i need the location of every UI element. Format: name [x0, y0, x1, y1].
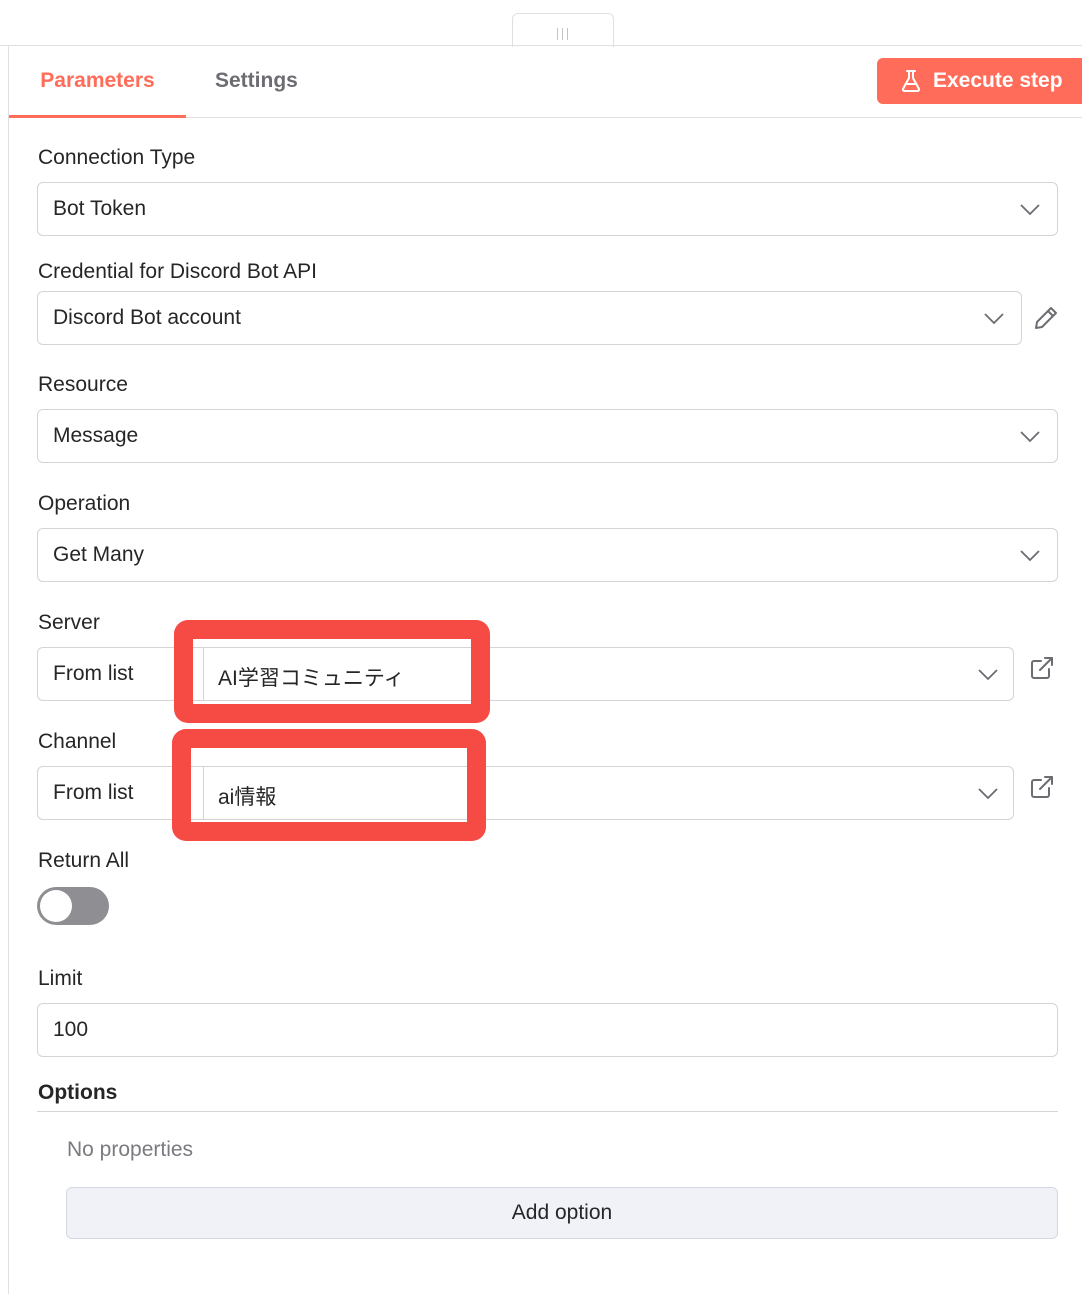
channel-value-select[interactable]: ai情報	[203, 766, 1014, 820]
flask-icon	[901, 70, 921, 92]
resource-select[interactable]: Message	[37, 409, 1058, 463]
tab-settings[interactable]: Settings	[215, 46, 298, 117]
chevron-down-icon	[1020, 550, 1040, 562]
resource-value: Message	[53, 424, 139, 447]
no-properties-text: No properties	[67, 1138, 194, 1161]
server-label: Server	[38, 611, 100, 634]
channel-label: Channel	[38, 730, 117, 753]
external-link-icon[interactable]	[1030, 775, 1054, 799]
connection-type-value: Bot Token	[53, 197, 147, 220]
external-link-icon[interactable]	[1030, 656, 1054, 680]
chevron-down-icon	[1020, 431, 1040, 443]
channel-value: ai情報	[218, 786, 277, 809]
options-title: Options	[38, 1081, 118, 1104]
operation-select[interactable]: Get Many	[37, 528, 1058, 582]
resource-label: Resource	[38, 373, 128, 396]
connection-type-label: Connection Type	[38, 146, 196, 169]
execute-step-button[interactable]: Execute step	[877, 58, 1082, 104]
pencil-icon[interactable]	[1033, 305, 1059, 331]
operation-label: Operation	[38, 492, 131, 515]
channel-mode-value: From list	[53, 781, 134, 804]
credential-select[interactable]: Discord Bot account	[37, 291, 1022, 345]
add-option-button[interactable]: Add option	[66, 1187, 1058, 1239]
server-mode-value: From list	[53, 662, 134, 685]
execute-step-label: Execute step	[933, 69, 1063, 92]
chevron-down-icon	[978, 669, 998, 681]
limit-input[interactable]: 100	[37, 1003, 1058, 1057]
connection-type-select[interactable]: Bot Token	[37, 182, 1058, 236]
limit-label: Limit	[38, 967, 83, 990]
options-divider	[37, 1111, 1058, 1112]
server-mode-select[interactable]: From list	[37, 647, 207, 701]
node-parameters-panel: Parameters Settings Execute step Connect…	[0, 0, 1082, 1294]
return-all-label: Return All	[38, 849, 130, 872]
chevron-down-icon	[984, 313, 1004, 325]
chevron-down-icon	[1020, 204, 1040, 216]
limit-value: 100	[53, 1018, 89, 1041]
operation-value: Get Many	[53, 543, 145, 566]
tab-parameters[interactable]: Parameters	[9, 46, 186, 118]
return-all-toggle[interactable]	[37, 887, 109, 925]
credential-value: Discord Bot account	[53, 306, 241, 329]
toggle-knob	[40, 890, 72, 922]
panel-drag-handle[interactable]	[512, 13, 614, 47]
credential-label: Credential for Discord Bot API	[38, 260, 317, 283]
server-value-select[interactable]: AI学習コミュニティ	[203, 647, 1014, 701]
server-value: AI学習コミュニティ	[218, 667, 405, 690]
channel-mode-select[interactable]: From list	[37, 766, 207, 820]
panel-left-border	[8, 46, 9, 1294]
chevron-down-icon	[978, 788, 998, 800]
